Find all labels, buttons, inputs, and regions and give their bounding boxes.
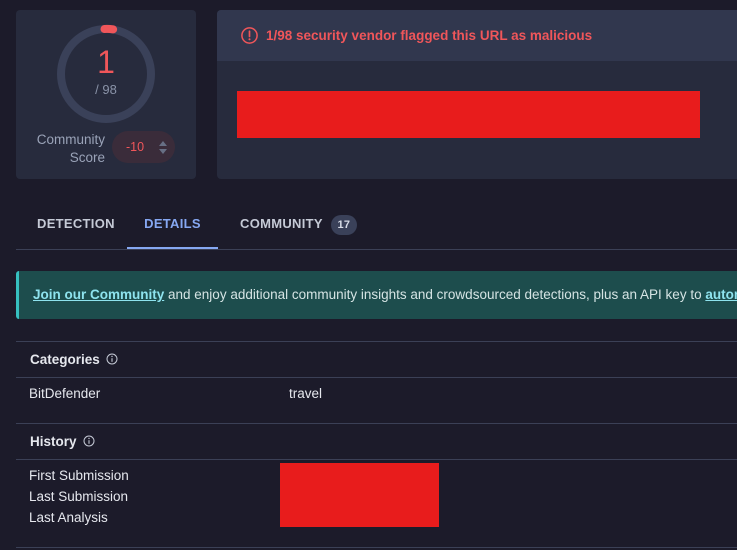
category-value: travel [289,386,323,401]
vendor-verdict-card: 1/98 security vendor flagged this URL as… [217,10,737,179]
community-label-line1: Community [36,132,105,147]
tab-detection-label: DETECTION [37,216,115,231]
community-count-badge: 17 [330,214,357,235]
history-title: History [30,434,77,449]
tab-details-label: DETAILS [144,216,201,231]
tab-detection[interactable]: DETECTION [37,200,115,248]
category-source: BitDefender [29,386,101,401]
tab-community-label: COMMUNITY [240,216,323,231]
redacted-url [237,91,700,138]
join-community-banner: Join our Community and enjoy additional … [16,271,737,319]
banner-text: Join our Community and enjoy additional … [33,287,737,302]
automate-link[interactable]: automat [705,287,737,302]
community-score-stepper[interactable]: -10 [112,131,175,163]
join-community-link[interactable]: Join our Community [33,287,164,302]
detection-score-card: 1 / 98 Community Score -10 [16,10,196,179]
history-label-first-submission: First Submission [29,468,129,483]
history-label-last-submission: Last Submission [29,489,129,504]
vote-up-icon[interactable] [159,141,167,146]
divider [16,341,737,342]
divider [16,459,737,460]
vote-down-icon[interactable] [159,149,167,154]
history-heading: History [30,434,95,449]
vendor-verdict-message: 1/98 security vendor flagged this URL as… [266,28,593,43]
banner-message: and enjoy additional community insights … [168,287,702,302]
divider [16,547,737,548]
alert-circle-icon [241,27,258,44]
divider [16,377,737,378]
redacted-dates [280,463,439,527]
tab-community[interactable]: COMMUNITY 17 [240,200,357,248]
community-label-line2: Score [69,150,105,165]
info-icon[interactable] [83,435,95,447]
report-tabs: DETECTION DETAILS COMMUNITY 17 [16,200,737,250]
tab-details[interactable]: DETAILS [127,200,218,249]
community-score-value: -10 [126,140,145,154]
community-score-label: Community Score [34,131,105,167]
vendor-verdict-header: 1/98 security vendor flagged this URL as… [217,10,737,61]
categories-title: Categories [30,352,100,367]
divider [16,423,737,424]
info-icon[interactable] [106,353,118,365]
categories-heading: Categories [30,352,118,367]
detection-total: / 98 [95,82,117,97]
detection-count: 1 [97,44,115,80]
history-label-last-analysis: Last Analysis [29,510,108,525]
